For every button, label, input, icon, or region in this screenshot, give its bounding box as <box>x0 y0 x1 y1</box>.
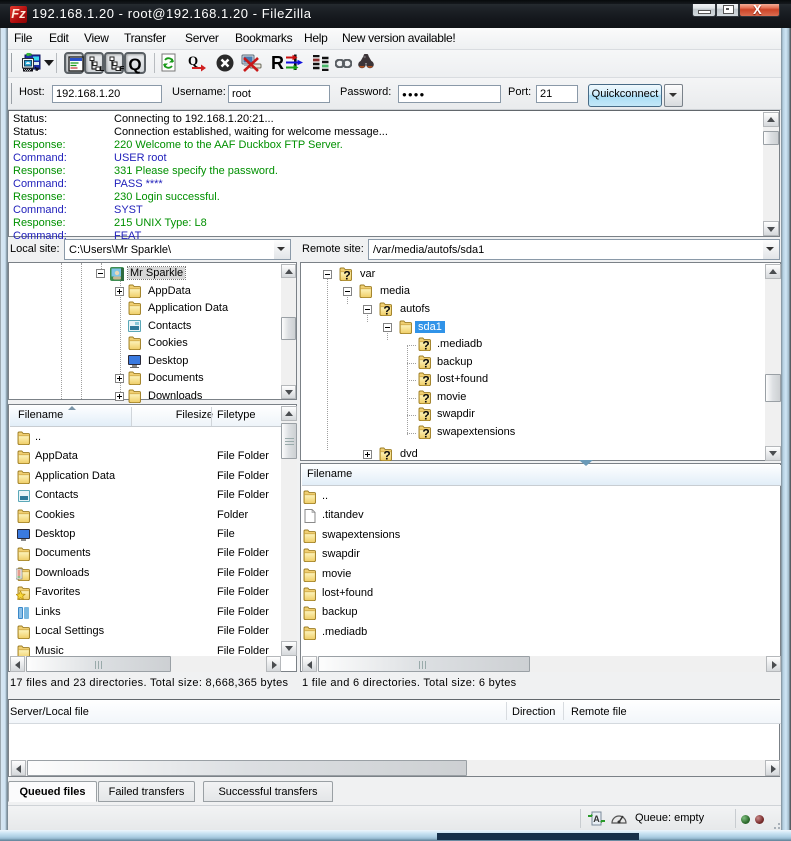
svg-text:R: R <box>271 53 284 73</box>
svg-text:Q: Q <box>188 53 198 68</box>
svg-text:A: A <box>593 814 600 824</box>
